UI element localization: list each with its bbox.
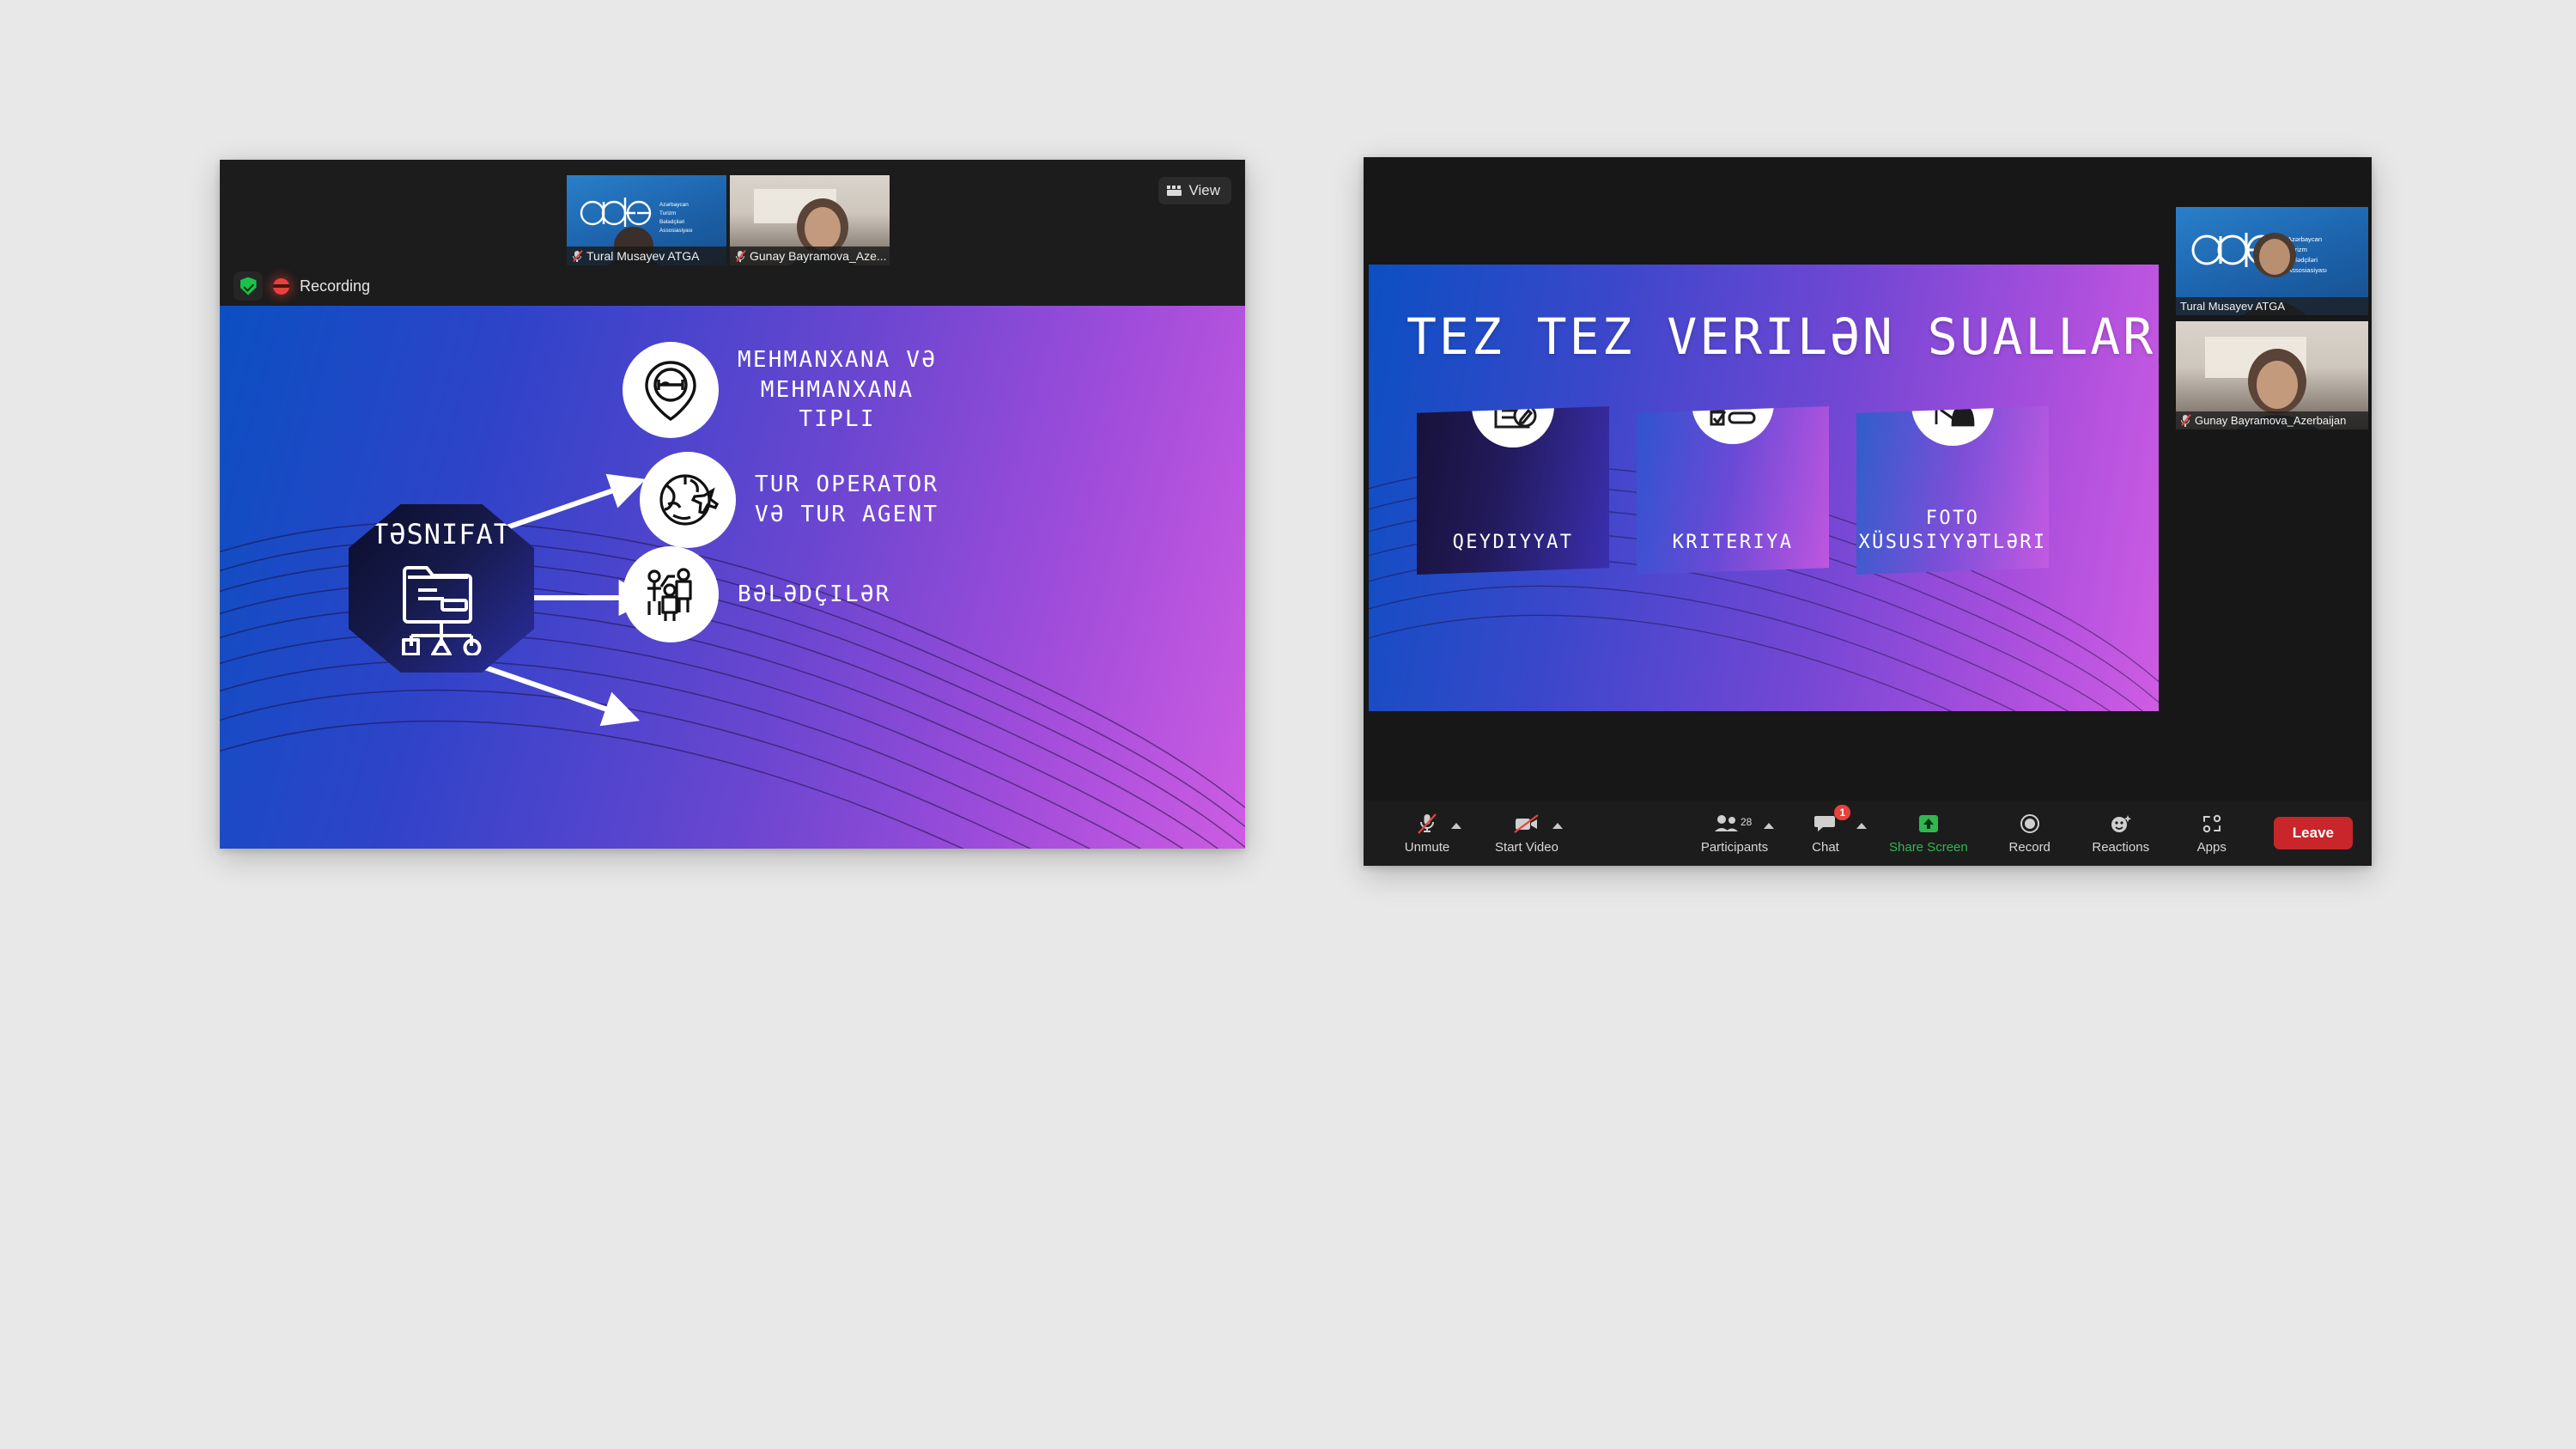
slide-title: TEZ TEZ VERILƏN SUALLAR (1406, 307, 2156, 366)
participant-rail: Azərbaycan Turizm Bələdçiləri Assosiasiyas… (2176, 207, 2368, 429)
faq-card: FOTO XÜSUSIYYƏTLƏRI (1856, 406, 2049, 575)
share-screen-up-arrow-icon (1918, 813, 1939, 835)
right-window-stage: TEZ TEZ VERILƏN SUALLAR QEYDIYYAT KRITER… (1364, 157, 2372, 866)
tile-nameplate: Gunay Bayramova_Azerbaijan (2176, 411, 2368, 429)
participant-name: Tural Musayev ATGA (2180, 300, 2286, 313)
svg-text:Bələdçiləri: Bələdçiləri (659, 219, 684, 225)
reactions-label: Reactions (2092, 839, 2150, 855)
apps-label: Apps (2196, 839, 2227, 855)
branch-item: BƏLƏDÇILƏR (623, 546, 891, 642)
record-button[interactable]: Record (1990, 801, 2069, 866)
recording-dot-icon (273, 277, 289, 295)
tour-guide-icon (647, 568, 692, 621)
chat-unread-badge: 1 (1834, 804, 1850, 820)
view-button-label: View (1188, 182, 1220, 198)
branch-item: MEHMANXANA VƏ MEHMANXANA TIPLI (623, 342, 937, 438)
grid-view-icon (1167, 185, 1182, 197)
unmute-button[interactable]: Unmute (1388, 801, 1467, 866)
microphone-muted-icon (1417, 813, 1437, 835)
faq-card-label: KRITERIYA (1672, 532, 1794, 554)
branch-icon-bubble (640, 452, 736, 548)
zoom-window-left[interactable]: View Azərbaycan Turizm Bələdçiləri Assos… (220, 160, 1245, 849)
faq-card-row: QEYDIYYAT KRITERIYA FOTO XÜSUSIYYƏTLƏRI (1417, 406, 2049, 575)
reactions-smiley-icon (2110, 813, 2132, 835)
svg-text:Assosiasiyası: Assosiasiyası (659, 228, 693, 234)
branch-icon-bubble (623, 546, 719, 642)
participants-label: Participants (1700, 839, 1769, 855)
participant-tile[interactable]: Gunay Bayramova_Azerbaijan (2176, 321, 2368, 429)
faq-card: KRITERIYA (1637, 406, 1829, 575)
branch-icon-bubble (623, 342, 719, 438)
meeting-toolbar: Unmute Start Video 28 Participants 1 Cha… (1364, 801, 2372, 866)
center-node-label: TƏSNIFAT (371, 518, 512, 551)
faq-card-label: QEYDIYYAT (1452, 532, 1574, 554)
leave-button[interactable]: Leave (2273, 817, 2353, 849)
reactions-button[interactable]: Reactions (2081, 801, 2160, 866)
hotel-pin-icon (645, 361, 696, 422)
branch-label: MEHMANXANA VƏ MEHMANXANA TIPLI (738, 346, 938, 433)
svg-text:Turizm: Turizm (659, 210, 676, 216)
thumbnail-nameplate: Tural Musayev ATGA (567, 247, 726, 265)
zoom-window-right[interactable]: TEZ TEZ VERILƏN SUALLAR QEYDIYYAT KRITER… (1364, 157, 2372, 866)
video-options-caret-icon[interactable] (1552, 823, 1563, 829)
microphone-muted-icon (735, 249, 746, 263)
camera-off-icon (1514, 813, 1540, 835)
globe-airplane-icon (659, 474, 720, 526)
branch-item: TUR OPERATOR VƏ TUR AGENT (640, 452, 939, 548)
participant-tile-active-speaker[interactable]: Azərbaycan Turizm Bələdçiləri Assosiasiyas… (2176, 207, 2368, 315)
chat-caret-icon[interactable] (1856, 823, 1867, 829)
thumbnail-nameplate: Gunay Bayramova_Aze... (730, 247, 890, 265)
chat-bubble-icon: 1 (1814, 804, 1850, 835)
start-video-label: Start Video (1495, 839, 1558, 855)
svg-text:Azərbaycan: Azərbaycan (2287, 235, 2322, 243)
participant-thumbnail[interactable]: Gunay Bayramova_Aze... (730, 175, 890, 265)
desktop-background: View Azərbaycan Turizm Bələdçiləri Assos… (0, 0, 2576, 1449)
left-thumbnail-strip: Azərbaycan Turizm Bələdçiləri Assosiasiyas… (567, 175, 890, 265)
apps-button[interactable]: Apps (2172, 801, 2251, 866)
svg-text:Azərbaycan: Azərbaycan (659, 202, 689, 208)
security-shield-icon[interactable] (234, 271, 263, 301)
view-button[interactable]: View (1158, 177, 1231, 204)
participants-icon: 28 (1715, 813, 1754, 835)
shared-slide-classification: TƏSNIFAT MEHMANXANA VƏ MEHMANXANA TIPLI … (220, 306, 1245, 849)
faq-card-label: FOTO XÜSUSIYYƏTLƏRI (1858, 507, 2047, 554)
microphone-muted-icon (572, 249, 583, 263)
share-screen-label: Share Screen (1889, 839, 1968, 855)
microphone-muted-icon (2180, 414, 2191, 427)
branch-label: BƏLƏDÇILƏR (738, 581, 891, 607)
branch-label: TUR OPERATOR VƏ TUR AGENT (755, 472, 939, 527)
participant-name: Gunay Bayramova_Azerbaijan (2195, 414, 2347, 427)
start-video-button[interactable]: Start Video (1487, 801, 1566, 866)
participant-name: Tural Musayev ATGA (586, 249, 700, 263)
recording-label: Recording (300, 277, 371, 295)
classification-folder-icon (402, 566, 482, 655)
unmute-label: Unmute (1404, 839, 1450, 855)
audio-options-caret-icon[interactable] (1451, 823, 1461, 829)
chat-button[interactable]: 1 Chat (1786, 801, 1867, 866)
recording-indicator-bar: Recording (234, 271, 370, 301)
participants-button[interactable]: 28 Participants (1695, 801, 1774, 866)
shared-slide-faq: TEZ TEZ VERILƏN SUALLAR QEYDIYYAT KRITER… (1369, 265, 2159, 711)
apps-bracket-icon (2202, 813, 2222, 835)
participants-caret-icon[interactable] (1764, 823, 1774, 829)
center-node-tesnifat: TƏSNIFAT (349, 504, 534, 673)
svg-text:Assosiasiyası: Assosiasiyası (2287, 266, 2327, 274)
tile-nameplate: Tural Musayev ATGA (2176, 297, 2368, 315)
share-screen-button[interactable]: Share Screen (1884, 801, 1973, 866)
chat-label: Chat (1812, 839, 1839, 855)
faq-card: QEYDIYYAT (1417, 406, 1609, 575)
participant-thumbnail[interactable]: Azərbaycan Turizm Bələdçiləri Assosiasiyas… (567, 175, 726, 265)
record-label: Record (2008, 839, 2050, 855)
participant-name: Gunay Bayramova_Aze... (750, 249, 887, 263)
svg-text:28: 28 (1741, 816, 1753, 828)
left-window-topbar: View Azərbaycan Turizm Bələdçiləri Assos… (220, 160, 1245, 306)
record-circle-icon (2020, 813, 2040, 835)
